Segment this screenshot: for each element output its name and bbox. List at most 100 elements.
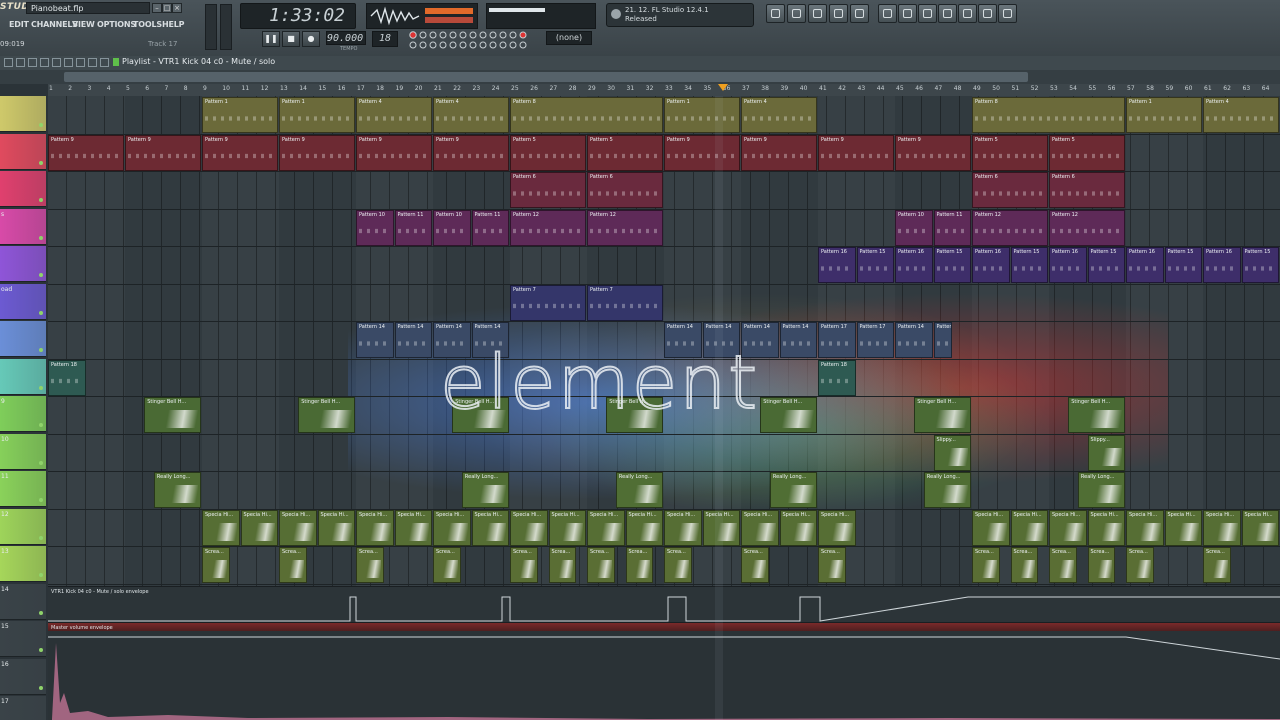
scrollbar-thumb[interactable] (64, 72, 1028, 82)
track-header[interactable]: 14 (0, 583, 46, 620)
pattern-clip[interactable]: Specia Hi... (1126, 509, 1164, 546)
slip-tool-icon[interactable] (64, 58, 73, 67)
pattern-clip[interactable]: Specia Hi... (818, 509, 856, 546)
track-mute-led[interactable] (39, 310, 43, 315)
pattern-clip[interactable]: Pattern 12 (1049, 209, 1125, 246)
pattern-clip[interactable]: Screa... (433, 547, 461, 583)
pattern-clip[interactable]: Pattern 14 (356, 322, 394, 358)
pattern-clip[interactable]: Really Long... (769, 472, 817, 508)
pattern-clip[interactable]: Stinger Bell H... (1068, 397, 1125, 433)
pattern-clip[interactable]: Really Long... (923, 472, 971, 508)
tempo-tapper-icon[interactable] (918, 4, 937, 23)
pattern-clip[interactable]: Really Long... (461, 472, 509, 508)
pattern-clip[interactable]: Pattern 15 (1241, 247, 1279, 283)
pattern-clip[interactable]: Pattern 14 (394, 322, 432, 358)
pattern-clip[interactable]: Screa... (664, 547, 692, 583)
pattern-clip[interactable]: Pattern 16 (972, 247, 1010, 283)
pattern-clip[interactable]: Pattern 16 (895, 247, 933, 283)
pattern-clip[interactable]: Specia Hi... (240, 509, 278, 546)
pattern-clip[interactable]: Screa... (1087, 547, 1116, 583)
pattern-clip[interactable]: Pattern 16 (818, 247, 856, 283)
magnify-icon[interactable] (958, 4, 977, 23)
pattern-clip[interactable]: Really Long... (615, 472, 663, 508)
tempo-display[interactable]: 90.000 (326, 31, 366, 45)
pattern-clip[interactable]: Pattern 17 (818, 322, 856, 358)
pattern-clip[interactable]: Screa... (587, 547, 615, 583)
pattern-clip[interactable]: Pattern 4 (356, 97, 432, 133)
slice-tool-icon[interactable] (76, 58, 85, 67)
pattern-clip[interactable]: Stinger Bell H... (760, 397, 817, 433)
pattern-clip[interactable]: Really Long... (153, 472, 201, 508)
pattern-clip[interactable]: Pattern 9 (433, 134, 509, 171)
track-mute-led[interactable] (39, 610, 43, 615)
track-header[interactable]: 15 (0, 621, 46, 657)
pattern-clip[interactable]: Pattern 10 (895, 209, 933, 246)
pattern-clip[interactable]: Pattern 9 (818, 134, 894, 171)
pattern-clip[interactable]: Specia Hi... (587, 509, 625, 546)
pattern-clip[interactable]: Pattern 14 (779, 322, 817, 358)
pattern-clip[interactable]: Pattern 16 (1203, 247, 1241, 283)
pattern-clip[interactable]: Screa... (1010, 547, 1039, 583)
pattern-clip[interactable]: Specia Hi... (664, 509, 702, 546)
pattern-clip[interactable]: Pattern 4 (433, 97, 509, 133)
track-header[interactable] (0, 358, 46, 395)
pattern-clip[interactable]: Pattern 18 (818, 359, 856, 396)
pattern-clip[interactable]: Screa... (818, 547, 846, 583)
track-mute-led[interactable] (39, 273, 43, 277)
pattern-clip[interactable]: Screa... (625, 547, 654, 583)
playlist-menu-icon[interactable] (4, 58, 13, 67)
pattern-clip[interactable]: Specia Hi... (548, 509, 586, 546)
pattern-clip[interactable]: Stinger Bell H... (914, 397, 971, 433)
help-icon[interactable] (998, 4, 1017, 23)
mixer-icon[interactable] (850, 4, 869, 23)
snap-selector[interactable]: (none) (546, 31, 592, 45)
pattern-clip[interactable]: Specia Hi... (471, 509, 509, 546)
pattern-clip[interactable]: Pattern 8 (972, 97, 1125, 133)
horizontal-scrollbar[interactable] (0, 70, 1280, 84)
pattern-clip[interactable]: Specia Hi... (1164, 509, 1202, 546)
track-header[interactable]: 12 (0, 508, 46, 545)
pattern-clip[interactable]: Specia Hi... (972, 509, 1010, 546)
pattern-clip[interactable]: Pattern 8 (510, 97, 663, 133)
pattern-clip[interactable]: Screa... (1126, 547, 1154, 583)
track-header[interactable] (0, 171, 46, 207)
pattern-clip[interactable]: Pattern 5 (510, 134, 586, 171)
pattern-clip[interactable]: Screa... (279, 547, 307, 583)
pattern-clip[interactable]: Pattern 14 (895, 322, 933, 358)
pattern-clip[interactable]: Pattern 5 (972, 134, 1048, 171)
pattern-clip[interactable]: Specia Hi... (510, 509, 548, 546)
pattern-clip[interactable]: Specia Hi... (317, 509, 355, 546)
draw-tool-icon[interactable] (16, 58, 25, 67)
pattern-clip[interactable]: Pattern 18 (48, 359, 86, 396)
pattern-clip[interactable]: Pattern 1 (279, 97, 355, 133)
pattern-clip[interactable]: Screa... (356, 547, 384, 583)
pattern-selector[interactable]: 18 (372, 31, 398, 47)
pattern-clip[interactable]: Screa... (548, 547, 577, 583)
browser-icon[interactable] (878, 4, 897, 23)
pattern-clip[interactable]: Pattern 15 (856, 247, 894, 283)
playlist-icon[interactable] (766, 4, 785, 23)
pattern-clip[interactable]: Pattern 9 (895, 134, 971, 171)
track-mute-led[interactable] (39, 123, 43, 127)
pattern-clip[interactable]: Pattern 6 (587, 172, 663, 208)
playhead-marker[interactable] (718, 84, 728, 91)
track-mute-led[interactable] (39, 498, 43, 502)
mute-tool-icon[interactable] (52, 58, 61, 67)
pattern-clip[interactable]: Stinger Bell H... (298, 397, 355, 433)
pattern-clip[interactable]: Screa... (972, 547, 1000, 583)
track-header[interactable] (0, 246, 46, 282)
pattern-clip[interactable]: Pattern 11 (471, 209, 509, 246)
track-header[interactable]: s (0, 208, 46, 245)
pattern-clip[interactable]: Pattern 12 (972, 209, 1048, 246)
plugin-picker-icon[interactable] (898, 4, 917, 23)
delete-tool-icon[interactable] (40, 58, 49, 67)
pattern-clip[interactable]: Specia Hi... (356, 509, 394, 546)
step-sequencer-icon[interactable] (787, 4, 806, 23)
pattern-clip[interactable]: Pattern 10 (356, 209, 394, 246)
track-mute-led[interactable] (39, 685, 43, 690)
pattern-clip[interactable]: Pattern 9 (741, 134, 817, 171)
pattern-clip[interactable]: Pattern 6 (1049, 172, 1125, 208)
track-header[interactable]: oad (0, 283, 46, 320)
pattern-clip[interactable]: Specia Hi... (279, 509, 317, 546)
pattern-clip[interactable]: Specia Hi... (1049, 509, 1087, 546)
